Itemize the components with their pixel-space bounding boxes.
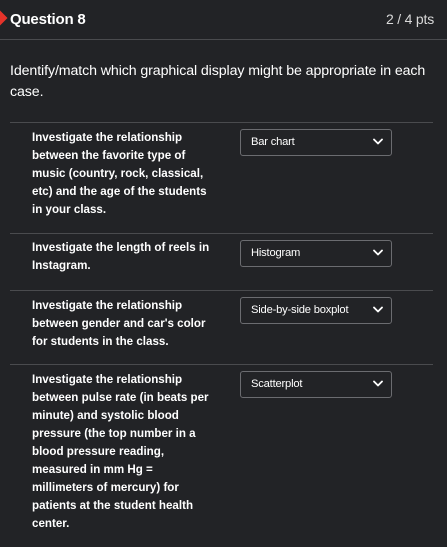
dropdown-selected-value: Side-by-side boxplot <box>251 304 349 316</box>
flag-icon <box>0 9 8 27</box>
answer-dropdown-2[interactable]: Histogram <box>240 240 392 267</box>
match-prompt-3: Investigate the relationship between gen… <box>32 299 206 348</box>
divider <box>10 364 433 365</box>
chevron-down-icon <box>373 380 383 387</box>
match-prompt-4: Investigate the relationship between pul… <box>32 373 209 530</box>
chevron-down-icon <box>373 138 383 145</box>
match-prompt-2: Investigate the length of reels in Insta… <box>32 241 210 272</box>
divider <box>10 290 433 291</box>
question-prompt: Identify/match which graphical display m… <box>10 63 426 100</box>
dropdown-selected-value: Bar chart <box>251 136 295 148</box>
dropdown-selected-value: Histogram <box>251 247 301 259</box>
dropdown-selected-value: Scatterplot <box>251 378 303 390</box>
answer-dropdown-1[interactable]: Bar chart <box>240 129 392 156</box>
divider <box>10 233 433 234</box>
question-header: Question 8 2 / 4 pts <box>0 0 447 40</box>
chevron-down-icon <box>373 306 383 313</box>
answer-dropdown-3[interactable]: Side-by-side boxplot <box>240 297 392 324</box>
question-points: 2 / 4 pts <box>385 11 434 27</box>
match-prompt-1: Investigate the relationship between the… <box>32 131 207 216</box>
answer-dropdown-4[interactable]: Scatterplot <box>240 371 392 398</box>
divider <box>10 122 433 123</box>
chevron-down-icon <box>373 249 383 256</box>
question-title: Question 8 <box>10 11 86 28</box>
